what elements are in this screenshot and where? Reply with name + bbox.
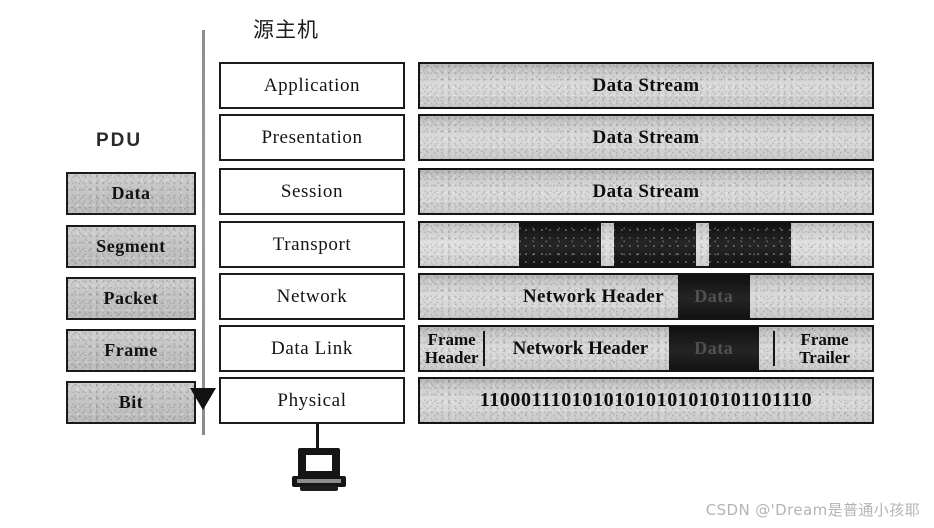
osi-layer-label: Transport [272,233,352,255]
osi-layer-label: Physical [277,389,347,411]
osi-layer-label: Presentation [261,126,363,148]
pdu-column-header: PDU [96,130,143,151]
pdu-bar-label: Data Stream [592,126,700,148]
frame-header-line: Frame [427,329,476,349]
frame-header-line: Header [424,347,479,367]
pdu-bar [418,221,874,268]
encapsulation-axis-line [202,30,205,435]
segment-block-light [695,223,710,266]
pdu-bar: Data Network Header [418,273,874,320]
segment-block-dark [709,223,791,266]
pdu-box: Frame [66,329,196,372]
data-payload-block: Data [668,327,759,370]
osi-layer-label: Application [263,74,361,96]
osi-encapsulation-diagram: 源主机 PDU Data Segment Packet Frame Bit Applic… [0,0,934,528]
segment-block-dark [519,223,601,266]
pdu-box: Segment [66,225,196,268]
osi-layer-label: Session [280,180,344,202]
pdu-box-label: Bit [118,392,144,412]
osi-layer-label: Data Link [271,337,353,359]
pdu-box: Bit [66,381,196,424]
pdu-bar: Data Stream [418,62,874,109]
segment-row [420,223,872,266]
osi-layer-label: Network [276,285,348,307]
osi-layer-box: Session [219,168,405,215]
data-payload-label: Data [694,338,734,358]
pdu-bar: Data Stream [418,114,874,161]
frame-trailer-cell: Frame Trailer [777,327,872,370]
pdu-box-label: Segment [96,236,166,256]
osi-layer-box: Data Link [219,325,405,372]
segment-block-light [600,223,615,266]
osi-layer-box: Application [219,62,405,109]
pdu-box-label: Packet [103,288,159,308]
network-header-label: Network Header [522,285,665,307]
pdu-bar: Data Frame Header Network Header Frame Traile… [418,325,874,372]
frame-trailer-line: Trailer [799,347,850,367]
bit-stream-label: 11000111010101010101010101101110 [479,389,813,411]
osi-layer-box: Transport [219,221,405,268]
pdu-bar-label: Data Stream [592,74,700,96]
computer-icon [286,424,352,494]
pdu-bar-label: Data Stream [592,180,700,202]
osi-layer-box: Presentation [219,114,405,161]
cell-divider [483,331,486,366]
page-title: 源主机 [253,18,319,42]
pdu-bar: Data Stream [418,168,874,215]
data-payload-block: Data [677,275,750,318]
watermark: CSDN @'Dream是普通小孩耶 [705,501,920,519]
pdu-bar: 11000111010101010101010101101110 [418,377,874,424]
pdu-box-label: Data [111,183,151,203]
down-arrow-icon [190,388,216,410]
frame-header-cell: Frame Header [420,327,483,370]
pdu-box: Packet [66,277,196,320]
segment-block-dark [614,223,696,266]
pdu-box: Data [66,172,196,215]
network-header-cell: Network Header [512,337,649,359]
osi-layer-box: Physical [219,377,405,424]
pdu-box-label: Frame [104,340,158,360]
segment-block-light [790,223,872,266]
data-payload-label: Data [694,286,734,306]
segment-block-light [420,223,520,266]
frame-trailer-line: Frame [800,329,849,349]
cell-divider [772,331,775,366]
osi-layer-box: Network [219,273,405,320]
